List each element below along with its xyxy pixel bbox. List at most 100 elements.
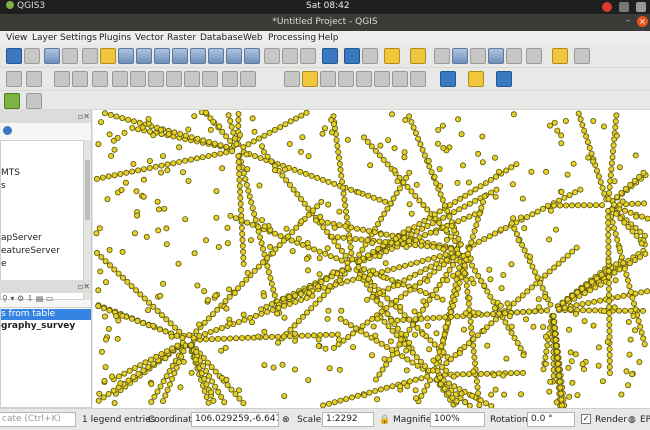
delete-selected-icon[interactable]: [148, 71, 164, 87]
pan-to-selection-icon[interactable]: [100, 48, 116, 64]
chrome-icon[interactable]: [602, 2, 613, 12]
zoom-in-icon[interactable]: [118, 48, 134, 64]
print-layout-icon[interactable]: [44, 48, 60, 64]
power-icon[interactable]: [636, 2, 646, 12]
statistics-icon[interactable]: [488, 48, 504, 64]
zoom-out-icon[interactable]: [136, 48, 152, 64]
refresh-icon[interactable]: [322, 48, 338, 64]
help-icon[interactable]: [496, 71, 512, 87]
undo-icon[interactable]: [222, 71, 238, 87]
close-icon[interactable]: ×: [637, 16, 648, 27]
redo-icon[interactable]: [240, 71, 256, 87]
layers-tree[interactable]: s from table graphy_survey: [0, 307, 91, 408]
panel-float-close-icon[interactable]: ▫✕: [78, 112, 90, 121]
lock-scale-icon[interactable]: 🔒: [379, 415, 390, 425]
browser-item[interactable]: [1, 141, 83, 154]
toggle-editing-icon[interactable]: [26, 71, 42, 87]
select-features-icon[interactable]: [384, 48, 400, 64]
zoom-layer-icon[interactable]: [190, 48, 206, 64]
menu-settings[interactable]: Settings: [60, 33, 97, 43]
move-label-icon[interactable]: [356, 71, 372, 87]
cut-icon[interactable]: [166, 71, 182, 87]
zoom-last-icon[interactable]: [226, 48, 242, 64]
menu-raster[interactable]: Raster: [167, 33, 196, 43]
save-as-icon[interactable]: [24, 48, 40, 64]
system-clock[interactable]: Sat 08:42: [306, 1, 350, 11]
menu-view[interactable]: View: [6, 33, 27, 43]
change-label-icon[interactable]: [392, 71, 408, 87]
map-canvas[interactable]: [93, 110, 650, 408]
browser-item[interactable]: s: [1, 180, 83, 193]
sum-icon[interactable]: [506, 48, 522, 64]
measure-icon[interactable]: [526, 48, 542, 64]
deselect-icon[interactable]: [434, 48, 450, 64]
new-map-view-icon[interactable]: [264, 48, 280, 64]
menu-web[interactable]: Web: [243, 33, 263, 43]
menu-plugins[interactable]: Plugins: [99, 33, 131, 43]
browser-scrollbar[interactable]: [84, 140, 91, 300]
browser-item[interactable]: [1, 206, 83, 219]
browser-item[interactable]: [1, 154, 83, 167]
globe-icon[interactable]: [440, 71, 456, 87]
rotate-label-icon[interactable]: [374, 71, 390, 87]
browser-item[interactable]: apServer: [1, 232, 83, 245]
attribute-table-icon[interactable]: [452, 48, 468, 64]
browser-item[interactable]: [1, 219, 83, 232]
select-by-value-icon[interactable]: [410, 48, 426, 64]
layer-item[interactable]: s from table: [1, 309, 91, 320]
coordinate-field[interactable]: 106.029259,-6.647648: [191, 412, 279, 427]
digitize-icon[interactable]: [54, 71, 70, 87]
move-feature-icon[interactable]: [112, 71, 128, 87]
current-edits-icon[interactable]: [6, 71, 22, 87]
menu-layer[interactable]: Layer: [32, 33, 57, 43]
vertex-tool-icon[interactable]: [92, 71, 108, 87]
browser-item[interactable]: MTS: [1, 167, 83, 180]
pan-map-icon[interactable]: [82, 48, 98, 64]
browser-tree[interactable]: MTS s apServer eatureServer e: [0, 140, 84, 300]
toggle-extents-icon[interactable]: ⊗: [282, 415, 290, 425]
layers-toolbar[interactable]: ⚲ ▾ ⚙ ⇩ ▤ ▭: [2, 294, 54, 303]
layer-labeling-icon[interactable]: [302, 71, 318, 87]
snapping-icon[interactable]: [4, 93, 20, 109]
scrollbar-thumb[interactable]: [85, 160, 90, 220]
map-points-layer[interactable]: [93, 110, 650, 408]
zoom-full-icon[interactable]: [154, 48, 170, 64]
app-indicator[interactable]: QGIS3: [6, 1, 45, 11]
copy-icon[interactable]: [184, 71, 200, 87]
diagram-icon[interactable]: [410, 71, 426, 87]
identify-icon[interactable]: [344, 48, 360, 64]
zoom-selection-icon[interactable]: [172, 48, 188, 64]
toolbox-icon[interactable]: [470, 48, 486, 64]
rotation-field[interactable]: 0.0 °: [527, 412, 575, 427]
browser-item[interactable]: [1, 193, 83, 206]
zoom-native-icon[interactable]: [208, 48, 224, 64]
crs-label[interactable]: EP: [640, 415, 650, 425]
annotation-icon[interactable]: [552, 48, 568, 64]
menu-help[interactable]: Help: [318, 33, 339, 43]
advanced-digitize-icon[interactable]: [26, 93, 42, 109]
add-feature-icon[interactable]: [72, 71, 88, 87]
minimize-icon[interactable]: –: [626, 16, 636, 26]
browser-item[interactable]: eatureServer: [1, 245, 83, 258]
locator-search-input[interactable]: cate (Ctrl+K): [0, 412, 76, 427]
actions-icon[interactable]: [362, 48, 378, 64]
scale-field[interactable]: 1:2292: [322, 412, 374, 427]
highlight-labels-icon[interactable]: [338, 71, 354, 87]
pin-labels-icon[interactable]: [320, 71, 336, 87]
menu-database[interactable]: Database: [200, 33, 243, 43]
label-icon[interactable]: [284, 71, 300, 87]
render-checkbox[interactable]: ✓: [581, 414, 591, 424]
layout-manager-icon[interactable]: [62, 48, 78, 64]
menu-vector[interactable]: Vector: [135, 33, 164, 43]
legend-entries-count[interactable]: 1 legend entries: [82, 415, 155, 425]
browser-item[interactable]: e: [1, 258, 83, 271]
panel-float-close-icon[interactable]: ▫✕: [78, 282, 90, 291]
temporal-icon[interactable]: [282, 48, 298, 64]
label-tool-icon[interactable]: [574, 48, 590, 64]
python-icon[interactable]: [468, 71, 484, 87]
info-icon[interactable]: [3, 126, 12, 135]
menu-processing[interactable]: Processing: [268, 33, 316, 43]
paste-icon[interactable]: [202, 71, 218, 87]
tray-app-icon[interactable]: [619, 2, 630, 12]
save-project-icon[interactable]: [6, 48, 22, 64]
